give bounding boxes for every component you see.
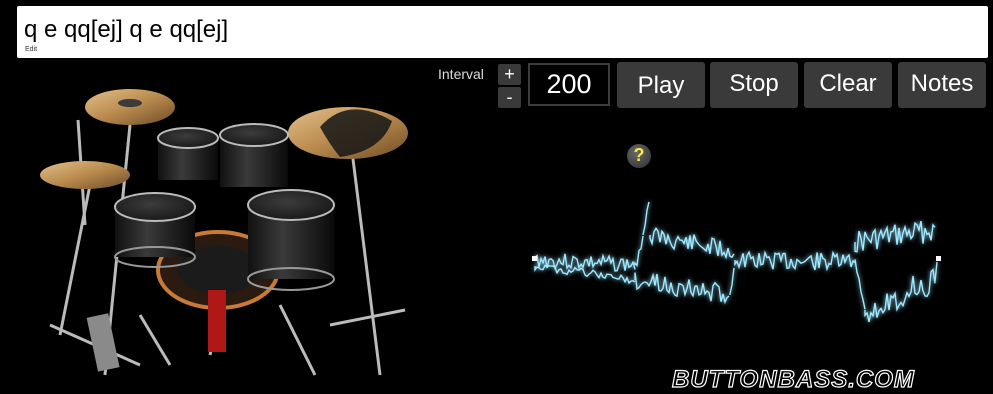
stop-button[interactable]: Stop [710,62,798,108]
snare-drum[interactable] [114,192,196,268]
interval-input[interactable]: 200 [528,63,610,106]
pattern-input[interactable]: q e qq[ej] q e qq[ej] Edit [17,6,988,58]
hihat-cymbal[interactable] [40,161,130,189]
buttonbass-logo[interactable]: BUTTONBASS.COM [671,365,915,394]
drum-kit-image [40,89,408,376]
interval-increase-button[interactable]: + [498,64,521,85]
edit-label[interactable]: Edit [25,46,37,53]
waveform-visualizer [532,201,941,322]
interval-label: Interval [438,66,484,82]
tom-left[interactable] [157,127,219,180]
play-button[interactable]: Play [617,62,705,108]
tom-right[interactable] [219,123,289,187]
notes-button[interactable]: Notes [898,62,986,108]
interval-decrease-button[interactable]: - [498,87,521,108]
pattern-text[interactable]: q e qq[ej] q e qq[ej] [24,16,228,44]
floor-tom[interactable] [247,189,335,291]
help-icon[interactable]: ? [627,144,651,168]
clear-button[interactable]: Clear [804,62,892,108]
